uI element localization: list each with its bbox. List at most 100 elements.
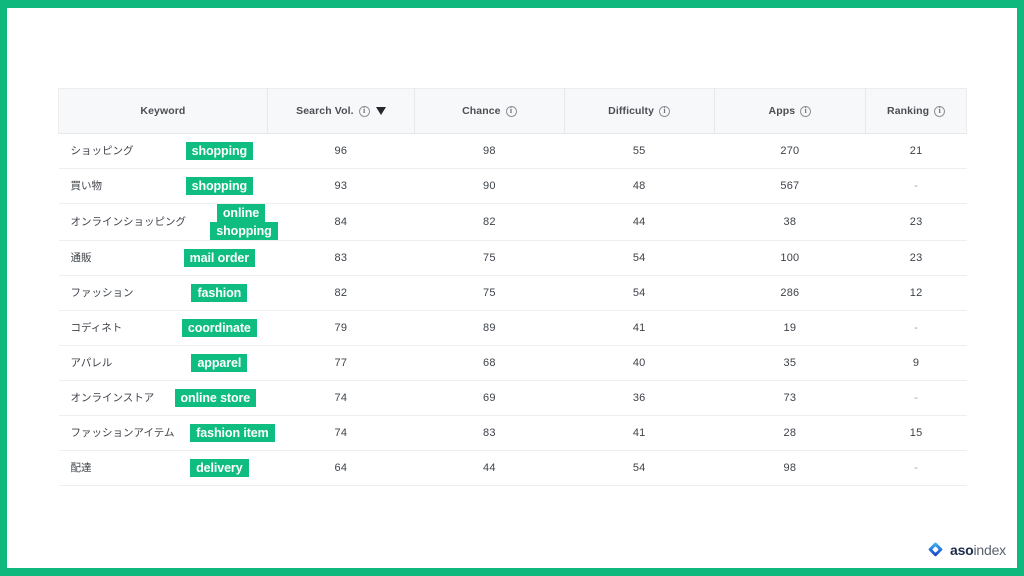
- apps-cell: 28: [714, 415, 866, 452]
- table-header: Keyword Search Vol. Chance: [58, 88, 967, 134]
- search-vol-cell: 74: [267, 415, 415, 452]
- keyword-translation-badge-holder: shopping: [171, 141, 267, 160]
- column-header-ranking[interactable]: Ranking: [865, 88, 967, 134]
- keyword-translation-badge: fashion item: [190, 424, 275, 443]
- table-row[interactable]: コディネト coordinate 79 89 41 19-: [58, 310, 967, 347]
- apps-cell: 567: [714, 168, 866, 204]
- keyword-japanese: アパレル: [70, 356, 113, 369]
- keyword-translation-badge: online shopping: [210, 204, 278, 241]
- keyword-translation-badge: online store: [174, 389, 257, 408]
- apps-cell: 270: [714, 133, 866, 169]
- aso-index-logo: asoindex: [927, 541, 1006, 558]
- apps-cell: 98: [714, 450, 866, 487]
- info-icon[interactable]: [358, 105, 370, 117]
- keyword-japanese: 通販: [70, 251, 92, 264]
- keyword-japanese: ショッピング: [70, 144, 134, 157]
- keyword-japanese: オンラインショッピング: [70, 215, 187, 228]
- apps-cell: 35: [714, 345, 866, 382]
- ranking-cell: 23: [865, 203, 967, 242]
- keyword-translation-badge: mail order: [183, 249, 256, 268]
- diamond-icon: [928, 542, 943, 557]
- column-header-difficulty[interactable]: Difficulty: [564, 88, 715, 134]
- column-header-apps[interactable]: Apps: [714, 88, 867, 134]
- info-icon[interactable]: [800, 105, 812, 117]
- difficulty-cell: 40: [564, 345, 715, 382]
- apps-cell: 73: [714, 380, 866, 417]
- keyword-japanese: 配達: [70, 461, 92, 474]
- ranking-cell: 9: [865, 345, 967, 382]
- chance-cell: 75: [414, 275, 565, 312]
- keyword-japanese: ファッションアイテム: [70, 426, 175, 439]
- table-row[interactable]: オンラインショッピング online shopping 84 82 44 38 23: [58, 203, 967, 242]
- difficulty-cell: 55: [564, 133, 715, 169]
- keyword-cell[interactable]: ショッピング shopping: [58, 133, 268, 169]
- difficulty-cell: 54: [564, 275, 715, 312]
- keyword-japanese: 買い物: [70, 179, 103, 192]
- info-icon[interactable]: [934, 105, 946, 117]
- difficulty-cell: 54: [564, 450, 715, 487]
- column-header-apps-label: Apps: [768, 105, 796, 117]
- ranking-cell: 12: [865, 275, 967, 312]
- search-vol-cell: 79: [267, 310, 415, 347]
- keyword-cell[interactable]: オンラインストア online store: [58, 380, 268, 417]
- table-row[interactable]: オンラインストア online store 74 69 36 73-: [58, 380, 967, 417]
- search-vol-cell: 74: [267, 380, 415, 417]
- difficulty-cell: 54: [564, 240, 715, 277]
- apps-cell: 19: [714, 310, 866, 347]
- difficulty-cell: 41: [564, 310, 715, 347]
- table-row[interactable]: 通販 mail order 83 75 54 100 23: [58, 240, 967, 277]
- keyword-translation-badge-holder: shopping: [171, 176, 267, 195]
- keyword-table-container: Keyword Search Vol. Chance: [58, 88, 967, 487]
- info-icon[interactable]: [659, 105, 671, 117]
- slide-frame: Keyword Search Vol. Chance: [0, 0, 1024, 576]
- table-row[interactable]: ファッションアイテム fashion item 74 83 41 28 15: [58, 415, 967, 452]
- keyword-cell[interactable]: ファッション fashion: [58, 275, 268, 312]
- keyword-japanese: ファッション: [70, 286, 134, 299]
- table-row[interactable]: アパレル apparel 77 68 40 35 9: [58, 345, 967, 382]
- keyword-translation-badge-holder: online shopping: [192, 204, 296, 241]
- apps-cell: 286: [714, 275, 866, 312]
- logo-index-text: index: [973, 541, 1007, 558]
- keyword-cell[interactable]: ファッションアイテム fashion item: [58, 415, 275, 452]
- table-row[interactable]: 買い物 shopping 93 90 48 567-: [58, 168, 967, 204]
- ranking-cell: -: [865, 380, 967, 417]
- keyword-cell[interactable]: 買い物 shopping: [58, 168, 268, 204]
- keyword-table: Keyword Search Vol. Chance: [58, 88, 967, 487]
- ranking-cell: -: [865, 450, 967, 487]
- keyword-translation-badge: shopping: [185, 176, 254, 195]
- difficulty-cell: 36: [564, 380, 715, 417]
- keyword-translation-badge-holder: apparel: [171, 354, 267, 373]
- search-vol-cell: 64: [267, 450, 415, 487]
- column-header-chance-label: Chance: [462, 105, 501, 117]
- ranking-cell: -: [865, 310, 967, 347]
- logo-wordmark: asoindex: [950, 543, 1006, 557]
- table-header-row: Keyword Search Vol. Chance: [58, 88, 967, 134]
- keyword-translation-badge: coordinate: [181, 319, 257, 338]
- column-header-keyword[interactable]: Keyword: [58, 88, 268, 134]
- table-row[interactable]: ショッピング shopping 96 98 55 270 21: [58, 133, 967, 169]
- keyword-cell[interactable]: オンラインショッピング online shopping: [58, 203, 278, 242]
- column-header-difficulty-label: Difficulty: [608, 105, 655, 117]
- keyword-translation-badge-holder: delivery: [171, 459, 267, 478]
- chance-cell: 90: [414, 168, 565, 204]
- apps-cell: 38: [714, 203, 866, 242]
- column-header-chance[interactable]: Chance: [414, 88, 565, 134]
- keyword-translation-badge-holder: fashion: [171, 284, 267, 303]
- table-row[interactable]: ファッション fashion 82 75 54 286 12: [58, 275, 967, 312]
- keyword-cell[interactable]: コディネト coordinate: [58, 310, 268, 347]
- keyword-translation-badge-holder: mail order: [171, 249, 267, 268]
- table-row[interactable]: 配達 delivery 64 44 54 98-: [58, 450, 967, 487]
- ranking-cell: 23: [865, 240, 967, 277]
- sort-descending-icon[interactable]: [375, 107, 386, 116]
- difficulty-cell: 44: [564, 203, 715, 242]
- keyword-cell[interactable]: 通販 mail order: [58, 240, 268, 277]
- column-header-search-vol[interactable]: Search Vol.: [267, 88, 415, 134]
- keyword-translation-badge-holder: online store: [163, 389, 267, 408]
- info-icon[interactable]: [505, 105, 517, 117]
- column-header-ranking-label: Ranking: [887, 105, 930, 117]
- table-body: ショッピング shopping 96 98 55 270 21 買い物 shopping 93 90…: [58, 133, 967, 487]
- keyword-translation-badge-holder: fashion item: [180, 424, 284, 443]
- search-vol-cell: 82: [267, 275, 415, 312]
- keyword-cell[interactable]: アパレル apparel: [58, 345, 268, 382]
- keyword-cell[interactable]: 配達 delivery: [58, 450, 268, 487]
